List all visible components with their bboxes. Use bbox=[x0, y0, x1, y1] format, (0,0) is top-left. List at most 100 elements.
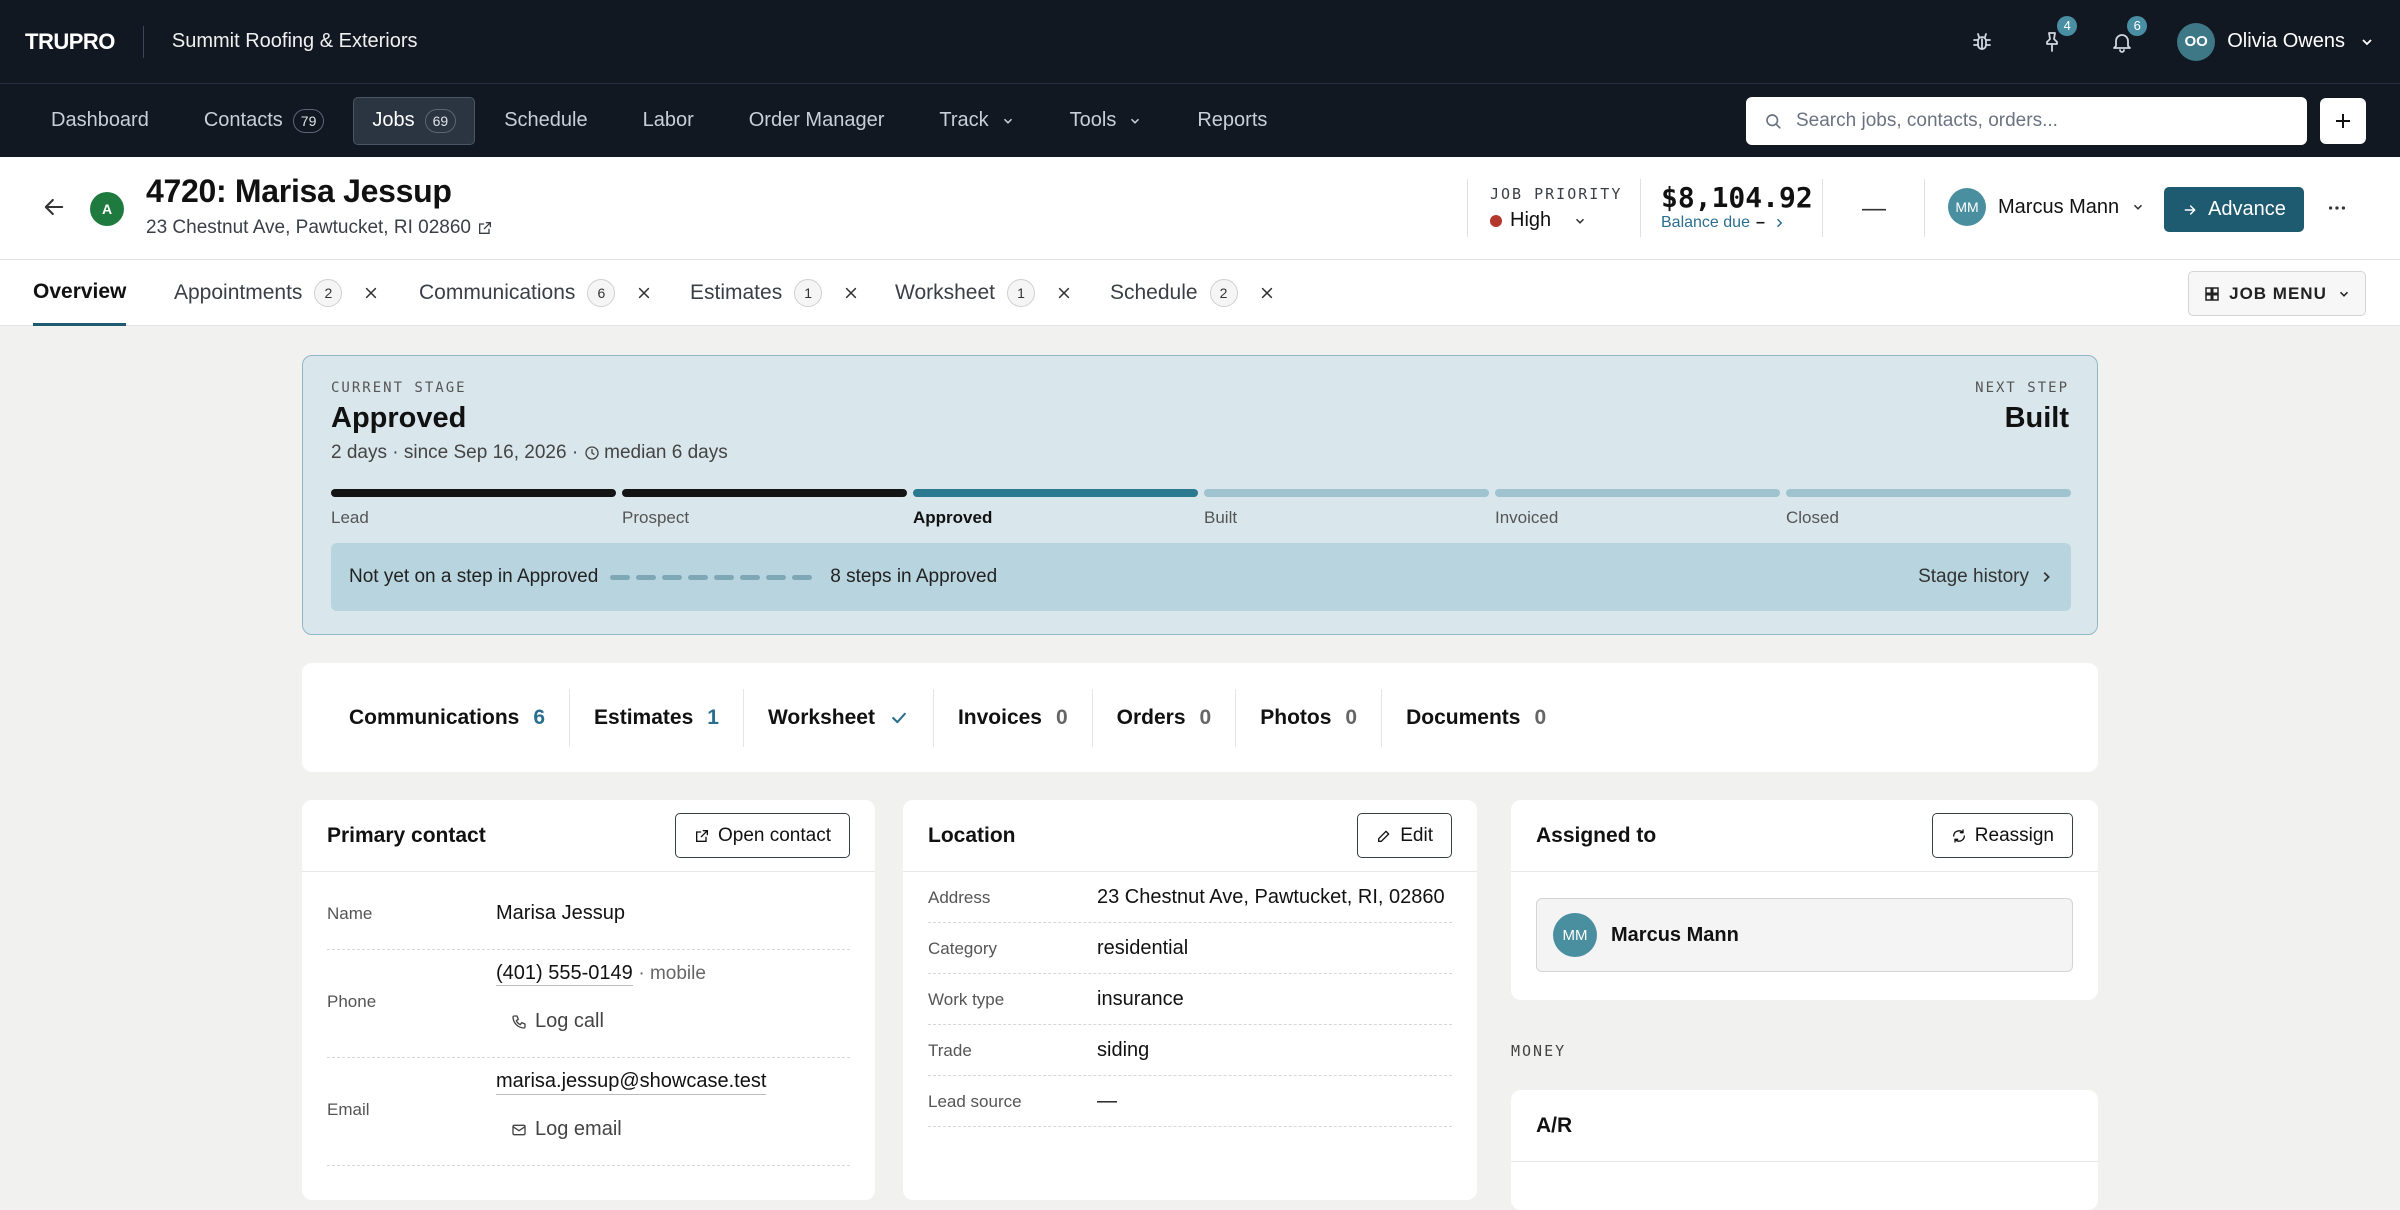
field-label: Lead source bbox=[928, 1092, 1022, 1111]
nav-item-track[interactable]: Track bbox=[913, 97, 1040, 145]
tab-count-badge: 1 bbox=[794, 279, 823, 307]
pinned-button[interactable]: 4 bbox=[2017, 0, 2087, 84]
chevron-right-icon bbox=[1776, 218, 1783, 228]
nav-item-order-manager[interactable]: Order Manager bbox=[723, 97, 911, 145]
field-label: Address bbox=[928, 888, 991, 907]
nav-item-schedule[interactable]: Schedule bbox=[478, 97, 613, 145]
tab-estimates[interactable]: Estimates 1 bbox=[690, 260, 858, 326]
back-button[interactable] bbox=[40, 193, 68, 221]
field-label: Name bbox=[327, 904, 373, 923]
count-invoices[interactable]: Invoices 0 bbox=[934, 688, 1093, 747]
step-bar bbox=[1786, 489, 2071, 497]
chevron-down-icon bbox=[1131, 118, 1140, 124]
tab-close-button[interactable] bbox=[844, 286, 858, 300]
more-actions-button[interactable] bbox=[2326, 197, 2348, 219]
contact-phone-group: (401) 555-0149 · mobile bbox=[496, 962, 706, 986]
nav-caret bbox=[1128, 114, 1142, 128]
app-logo[interactable]: TRUPRO bbox=[25, 29, 115, 55]
close-icon bbox=[1261, 287, 1272, 299]
card-title: Assigned to bbox=[1536, 823, 1657, 847]
edit-location-button[interactable]: Edit bbox=[1357, 813, 1452, 858]
close-icon bbox=[639, 287, 650, 299]
nav-item-reports[interactable]: Reports bbox=[1171, 97, 1293, 145]
balance-label: Balance due bbox=[1661, 214, 1750, 231]
nav-item-contacts[interactable]: Contacts 79 bbox=[178, 97, 351, 145]
header-divider bbox=[1924, 179, 1925, 237]
balance-due-link[interactable]: Balance due – bbox=[1661, 214, 1785, 232]
tab-overview[interactable]: Overview bbox=[33, 260, 127, 326]
owner-name: Marcus Mann bbox=[1998, 195, 2120, 218]
substep-dash bbox=[662, 574, 683, 580]
chevron-down-icon bbox=[1003, 118, 1012, 124]
owner-select[interactable]: MM Marcus Mann bbox=[1948, 188, 2145, 226]
tab-worksheet[interactable]: Worksheet 1 bbox=[895, 260, 1071, 326]
job-address: 23 Chestnut Ave, Pawtucket, RI 02860 bbox=[146, 217, 471, 238]
field-label: Work type bbox=[928, 990, 1005, 1009]
nav-label: Track bbox=[939, 109, 989, 131]
tab-close-button[interactable] bbox=[1057, 286, 1071, 300]
stage-history-label: Stage history bbox=[1918, 566, 2029, 587]
substep-dash bbox=[636, 574, 657, 580]
user-menu[interactable]: OO Olivia Owens bbox=[2177, 22, 2375, 61]
tab-schedule[interactable]: Schedule 2 bbox=[1110, 260, 1274, 326]
nav-label: Schedule bbox=[504, 109, 588, 131]
count-value: 1 bbox=[707, 705, 719, 729]
card-header: Location Edit bbox=[903, 800, 1477, 872]
header-divider bbox=[1822, 179, 1823, 237]
create-new-button[interactable] bbox=[2320, 98, 2366, 144]
tab-label: Overview bbox=[33, 279, 127, 303]
tab-label: Appointments bbox=[174, 281, 303, 304]
chevron-down-icon bbox=[2339, 291, 2348, 297]
count-photos[interactable]: Photos 0 bbox=[1236, 688, 1383, 747]
chevron-down-icon bbox=[2134, 204, 2143, 210]
step-label: Approved bbox=[913, 508, 993, 527]
tab-close-button[interactable] bbox=[1260, 286, 1274, 300]
tab-appointments[interactable]: Appointments 2 bbox=[174, 260, 378, 326]
stage-progress: Lead Prospect Approved Built Invoiced Closed bbox=[331, 489, 2071, 528]
card-title: A/R bbox=[1536, 1113, 1573, 1137]
step-label: Built bbox=[1204, 508, 1238, 527]
step-bar bbox=[1495, 489, 1780, 497]
plus-icon bbox=[2336, 114, 2350, 128]
nav-item-tools[interactable]: Tools bbox=[1044, 97, 1169, 145]
company-name: Summit Roofing & Exteriors bbox=[171, 30, 418, 52]
advance-button[interactable]: Advance bbox=[2164, 187, 2304, 232]
nav-item-jobs[interactable]: Jobs 69 bbox=[353, 96, 476, 145]
stage-step-invoiced: Invoiced bbox=[1495, 489, 1780, 528]
notifications-button[interactable]: 6 bbox=[2087, 0, 2157, 84]
stage-history-link[interactable]: Stage history bbox=[1918, 566, 2053, 588]
substep-summary: 8 steps in Approved bbox=[830, 566, 998, 587]
priority-select[interactable]: High bbox=[1490, 209, 1587, 232]
reassign-button[interactable]: Reassign bbox=[1931, 813, 2073, 858]
contact-phone[interactable]: (401) 555-0149 bbox=[496, 962, 633, 986]
log-email-button[interactable]: Log email bbox=[511, 1118, 622, 1141]
assignee-name: Marcus Mann bbox=[1611, 923, 1739, 946]
field-label: Phone bbox=[327, 992, 377, 1011]
count-communications[interactable]: Communications 6 bbox=[325, 688, 571, 747]
edit-label: Edit bbox=[1400, 824, 1433, 846]
count-estimates[interactable]: Estimates 1 bbox=[570, 688, 744, 747]
nav-item-dashboard[interactable]: Dashboard bbox=[25, 97, 175, 145]
job-menu-button[interactable]: JOB MENU bbox=[2188, 271, 2366, 316]
assignee-item[interactable]: MM Marcus Mann bbox=[1536, 898, 2073, 972]
substep-status: Not yet on a step in Approved bbox=[349, 566, 599, 587]
nav-item-labor[interactable]: Labor bbox=[617, 97, 720, 145]
log-call-button[interactable]: Log call bbox=[511, 1010, 604, 1033]
job-address-link[interactable]: 23 Chestnut Ave, Pawtucket, RI 02860 bbox=[146, 217, 493, 239]
bug-report-button[interactable] bbox=[1947, 0, 2017, 84]
refresh-icon bbox=[1952, 828, 1965, 843]
mail-icon bbox=[512, 1124, 526, 1135]
reassign-label: Reassign bbox=[1974, 824, 2054, 846]
count-worksheet[interactable]: Worksheet bbox=[744, 688, 934, 747]
location-row-trade: Trade siding bbox=[928, 1025, 1452, 1076]
contact-email[interactable]: marisa.jessup@showcase.test bbox=[496, 1070, 767, 1095]
open-contact-button[interactable]: Open contact bbox=[674, 813, 850, 858]
count-orders[interactable]: Orders 0 bbox=[1093, 688, 1237, 747]
owner-avatar: MM bbox=[1948, 188, 1986, 226]
tab-close-button[interactable] bbox=[364, 286, 378, 300]
search-input[interactable]: Search jobs, contacts, orders... bbox=[1746, 97, 2307, 145]
field-value: — bbox=[1097, 1090, 1117, 1112]
tab-communications[interactable]: Communications 6 bbox=[419, 260, 651, 326]
tab-close-button[interactable] bbox=[637, 286, 651, 300]
count-documents[interactable]: Documents 0 bbox=[1382, 689, 1570, 747]
